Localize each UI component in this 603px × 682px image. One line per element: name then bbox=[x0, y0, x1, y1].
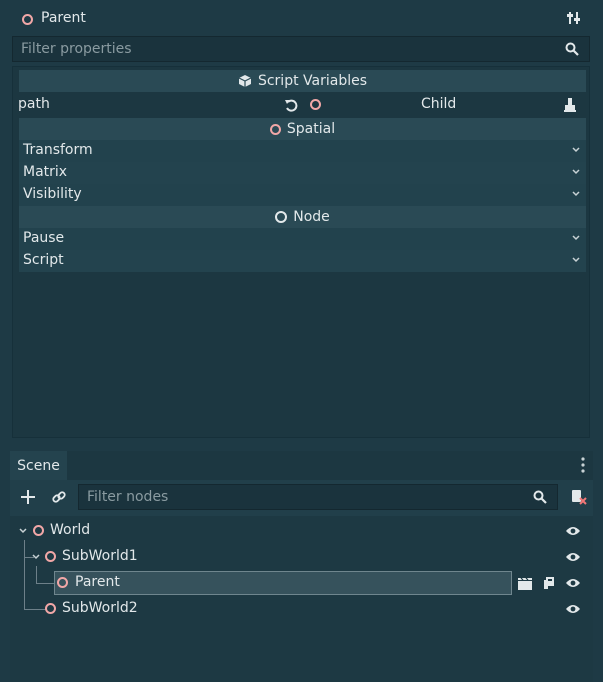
property-label: Visibility bbox=[23, 186, 82, 202]
spatial-node-icon bbox=[33, 525, 44, 536]
path-label: path bbox=[18, 96, 50, 112]
property-label: Matrix bbox=[23, 164, 68, 180]
property-transform[interactable]: Transform bbox=[19, 140, 586, 162]
visibility-eye-icon[interactable] bbox=[565, 551, 581, 563]
inspector-panel: Parent Filter properties Script Variable… bbox=[0, 0, 603, 445]
property-list: Script Variables path Child Spatial Tran… bbox=[12, 66, 590, 438]
tree-item-subworld2[interactable]: SubWorld2 bbox=[10, 597, 593, 621]
visibility-eye-icon[interactable] bbox=[565, 525, 581, 537]
spatial-node-icon bbox=[45, 551, 56, 562]
section-label: Script Variables bbox=[257, 73, 368, 89]
path-property-row: path Child bbox=[13, 94, 589, 116]
visibility-eye-icon[interactable] bbox=[565, 577, 581, 589]
assign-node-icon[interactable] bbox=[564, 98, 576, 112]
cube-icon bbox=[238, 74, 252, 88]
chevron-down-icon bbox=[572, 257, 580, 263]
instance-link-icon[interactable] bbox=[52, 490, 66, 504]
filter-properties-input[interactable] bbox=[13, 37, 541, 61]
tree-item-parent[interactable]: Parent bbox=[10, 571, 593, 595]
filter-nodes-input[interactable] bbox=[79, 485, 603, 509]
path-value[interactable]: Child bbox=[421, 96, 456, 112]
node-name: SubWorld2 bbox=[62, 600, 138, 616]
chevron-down-icon bbox=[572, 147, 580, 153]
property-matrix[interactable]: Matrix bbox=[19, 162, 586, 184]
revert-icon[interactable] bbox=[284, 98, 298, 112]
spatial-node-icon bbox=[57, 577, 68, 588]
chevron-down-icon bbox=[572, 169, 580, 175]
inspector-title: Parent bbox=[41, 10, 86, 26]
filter-properties-field[interactable] bbox=[12, 36, 590, 62]
property-visibility[interactable]: Visibility bbox=[19, 184, 586, 206]
script-icon[interactable] bbox=[542, 576, 556, 590]
property-label: Pause bbox=[23, 230, 65, 246]
tools-icon[interactable] bbox=[567, 11, 581, 25]
filter-nodes-field[interactable] bbox=[78, 484, 603, 510]
search-icon bbox=[533, 490, 547, 504]
section-script-variables[interactable]: Script Variables bbox=[19, 70, 586, 92]
scene-tree: World SubWorld1 Parent SubWorld2 bbox=[10, 516, 593, 682]
property-script[interactable]: Script bbox=[19, 250, 586, 272]
spatial-icon bbox=[269, 123, 281, 135]
spatial-node-icon bbox=[45, 603, 56, 614]
open-in-editor-icon[interactable] bbox=[517, 577, 533, 591]
tree-item-subworld1[interactable]: SubWorld1 bbox=[10, 545, 593, 569]
chevron-down-icon bbox=[572, 235, 580, 241]
spatial-node-icon bbox=[22, 14, 33, 25]
more-options-icon[interactable] bbox=[581, 457, 585, 473]
node-path-icon bbox=[310, 99, 321, 110]
selection-highlight bbox=[54, 571, 512, 595]
tab-label: Scene bbox=[17, 457, 60, 474]
chevron-down-icon[interactable] bbox=[32, 554, 40, 560]
node-name: SubWorld1 bbox=[62, 548, 138, 564]
inspector-header: Parent bbox=[14, 4, 594, 34]
chevron-down-icon[interactable] bbox=[19, 528, 27, 534]
section-label: Spatial bbox=[286, 121, 336, 137]
property-label: Transform bbox=[23, 142, 93, 158]
chevron-down-icon bbox=[572, 191, 580, 197]
section-label: Node bbox=[293, 209, 330, 225]
scene-dock: Scene Filter nodes World SubWorld1 Paren… bbox=[10, 451, 603, 682]
property-label: Script bbox=[23, 252, 64, 268]
tab-scene[interactable]: Scene bbox=[10, 451, 67, 480]
section-spatial[interactable]: Spatial bbox=[19, 118, 586, 140]
node-name: Parent bbox=[75, 574, 120, 590]
search-icon bbox=[565, 42, 579, 56]
tree-item-world[interactable]: World bbox=[10, 519, 593, 543]
visibility-eye-icon[interactable] bbox=[565, 603, 581, 615]
section-node[interactable]: Node bbox=[19, 206, 586, 228]
node-icon bbox=[275, 211, 288, 223]
add-node-icon[interactable] bbox=[21, 490, 35, 504]
property-pause[interactable]: Pause bbox=[19, 228, 586, 250]
node-name: World bbox=[50, 522, 91, 538]
